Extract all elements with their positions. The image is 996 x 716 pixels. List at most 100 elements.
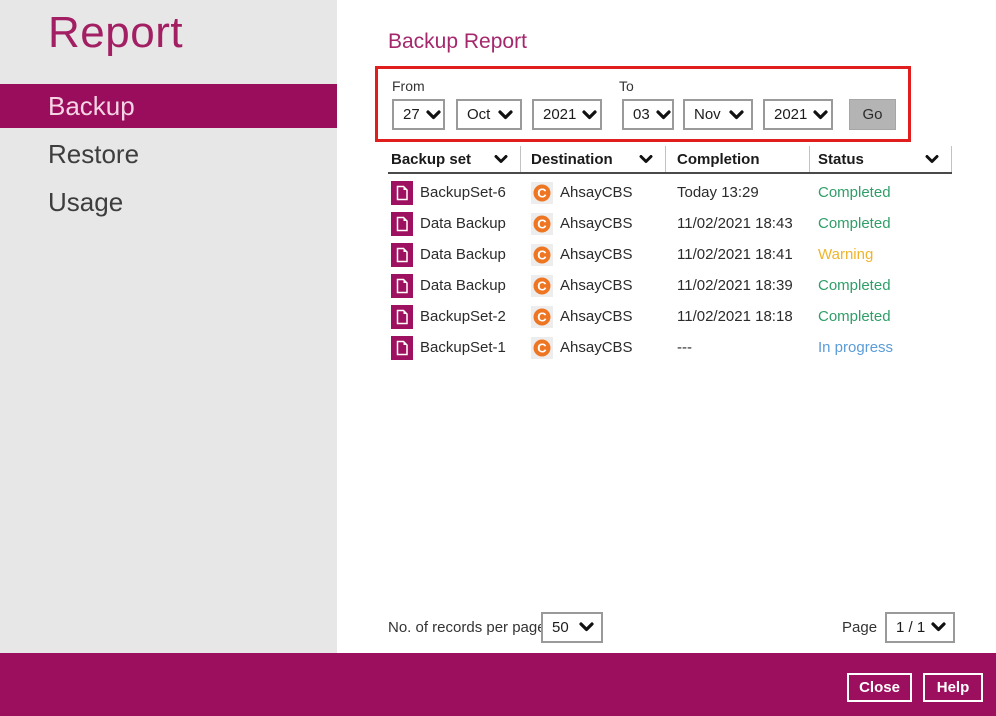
backup-set-name: BackupSet-2 <box>420 308 506 325</box>
column-label: Backup set <box>391 150 472 168</box>
records-per-page-select[interactable]: 50 <box>541 612 603 643</box>
column-header-destination[interactable]: Destination <box>521 146 666 172</box>
completion-time: 11/02/2021 18:41 <box>677 246 793 263</box>
to-label: To <box>619 78 634 94</box>
chevron-down-icon <box>656 109 671 120</box>
document-icon <box>391 180 413 205</box>
sidebar-item-usage[interactable]: Usage <box>0 180 337 224</box>
document-icon <box>391 211 413 236</box>
svg-text:C: C <box>537 309 547 324</box>
table-row[interactable]: Data Backup C AhsayCBS 11/02/2021 18:43 … <box>388 208 952 239</box>
to-month-value: Nov <box>694 106 721 123</box>
destination-name: AhsayCBS <box>560 308 633 325</box>
completion-time: Today 13:29 <box>677 184 759 201</box>
window-title: Report <box>48 8 184 57</box>
sidebar-item-backup[interactable]: Backup <box>0 84 337 128</box>
column-label: Destination <box>531 150 613 168</box>
main-panel: Backup Report From To 27 Oct 2021 03 Nov… <box>337 0 996 653</box>
ahsaycbs-icon: C <box>531 181 553 204</box>
column-header-backup-set[interactable]: Backup set <box>388 146 521 172</box>
table-body: BackupSet-6 C AhsayCBS Today 13:29 Compl… <box>388 177 952 363</box>
svg-text:C: C <box>537 247 547 262</box>
status-badge: In progress <box>818 339 894 356</box>
destination-name: AhsayCBS <box>560 277 633 294</box>
ahsaycbs-icon: C <box>531 274 553 297</box>
from-year-value: 2021 <box>543 106 577 123</box>
table-row[interactable]: BackupSet-1 C AhsayCBS --- In progress <box>388 332 952 363</box>
document-icon <box>391 242 413 267</box>
page-select[interactable]: 1 / 1 <box>885 612 955 643</box>
backup-set-name: Data Backup <box>420 215 506 232</box>
svg-text:C: C <box>537 216 547 231</box>
chevron-down-icon <box>925 151 939 168</box>
footer-bar: Close Help <box>0 653 996 716</box>
records-per-page-label: No. of records per page <box>388 619 546 636</box>
to-day-select[interactable]: 03 <box>622 99 674 130</box>
destination-name: AhsayCBS <box>560 215 633 232</box>
backup-set-name: BackupSet-6 <box>420 184 506 201</box>
status-badge: Completed <box>818 277 891 294</box>
svg-text:C: C <box>537 278 547 293</box>
svg-text:C: C <box>537 340 547 355</box>
status-badge: Warning <box>818 246 874 263</box>
go-button[interactable]: Go <box>849 99 896 130</box>
from-month-value: Oct <box>467 106 491 123</box>
chevron-down-icon <box>931 619 946 636</box>
document-icon <box>391 304 413 329</box>
document-icon <box>391 273 413 298</box>
from-month-select[interactable]: Oct <box>456 99 522 130</box>
table-header: Backup set Destination Completion Status <box>388 146 952 174</box>
completion-time: --- <box>677 339 692 356</box>
chevron-down-icon <box>813 109 828 120</box>
backup-set-name: Data Backup <box>420 277 506 294</box>
column-header-status[interactable]: Status <box>810 146 952 172</box>
close-button[interactable]: Close <box>847 673 912 702</box>
table-row[interactable]: Data Backup C AhsayCBS 11/02/2021 18:41 … <box>388 239 952 270</box>
to-year-select[interactable]: 2021 <box>763 99 833 130</box>
status-badge: Completed <box>818 308 891 325</box>
to-month-select[interactable]: Nov <box>683 99 753 130</box>
chevron-down-icon <box>729 109 744 120</box>
sidebar-item-restore[interactable]: Restore <box>0 132 337 176</box>
page-label: Page <box>842 619 878 636</box>
table-row[interactable]: BackupSet-2 C AhsayCBS 11/02/2021 18:18 … <box>388 301 952 332</box>
from-year-select[interactable]: 2021 <box>532 99 602 130</box>
table-row[interactable]: BackupSet-6 C AhsayCBS Today 13:29 Compl… <box>388 177 952 208</box>
ahsaycbs-icon: C <box>531 212 553 235</box>
ahsaycbs-icon: C <box>531 336 553 359</box>
completion-time: 11/02/2021 18:18 <box>677 308 793 325</box>
ahsaycbs-icon: C <box>531 243 553 266</box>
chevron-down-icon <box>494 151 508 168</box>
chevron-down-icon <box>579 619 594 636</box>
document-icon <box>391 335 413 360</box>
chevron-down-icon <box>498 109 513 120</box>
status-badge: Completed <box>818 215 891 232</box>
sidebar-item-label: Usage <box>48 187 124 217</box>
chevron-down-icon <box>582 109 597 120</box>
to-year-value: 2021 <box>774 106 808 123</box>
backup-report-table: Backup set Destination Completion Status <box>388 146 952 363</box>
sidebar-item-label: Backup <box>48 91 135 121</box>
column-label: Status <box>818 150 864 168</box>
chevron-down-icon <box>426 109 441 120</box>
page-title: Backup Report <box>388 30 527 53</box>
completion-time: 11/02/2021 18:39 <box>677 277 793 294</box>
column-label: Completion <box>677 150 760 168</box>
ahsaycbs-icon: C <box>531 305 553 328</box>
page-value: 1 / 1 <box>896 619 926 636</box>
column-header-completion: Completion <box>666 146 810 172</box>
svg-text:C: C <box>537 185 547 200</box>
completion-time: 11/02/2021 18:43 <box>677 215 793 232</box>
backup-set-name: BackupSet-1 <box>420 339 506 356</box>
to-day-value: 03 <box>633 106 650 123</box>
destination-name: AhsayCBS <box>560 339 633 356</box>
from-label: From <box>392 78 425 94</box>
destination-name: AhsayCBS <box>560 246 633 263</box>
status-badge: Completed <box>818 184 891 201</box>
from-day-select[interactable]: 27 <box>392 99 445 130</box>
table-row[interactable]: Data Backup C AhsayCBS 11/02/2021 18:39 … <box>388 270 952 301</box>
date-range-filter: From To 27 Oct 2021 03 Nov 2021 Go <box>375 66 911 142</box>
help-button[interactable]: Help <box>923 673 983 702</box>
sidebar: Report Backup Restore Usage <box>0 0 337 653</box>
sidebar-nav: Backup Restore Usage <box>0 84 337 228</box>
